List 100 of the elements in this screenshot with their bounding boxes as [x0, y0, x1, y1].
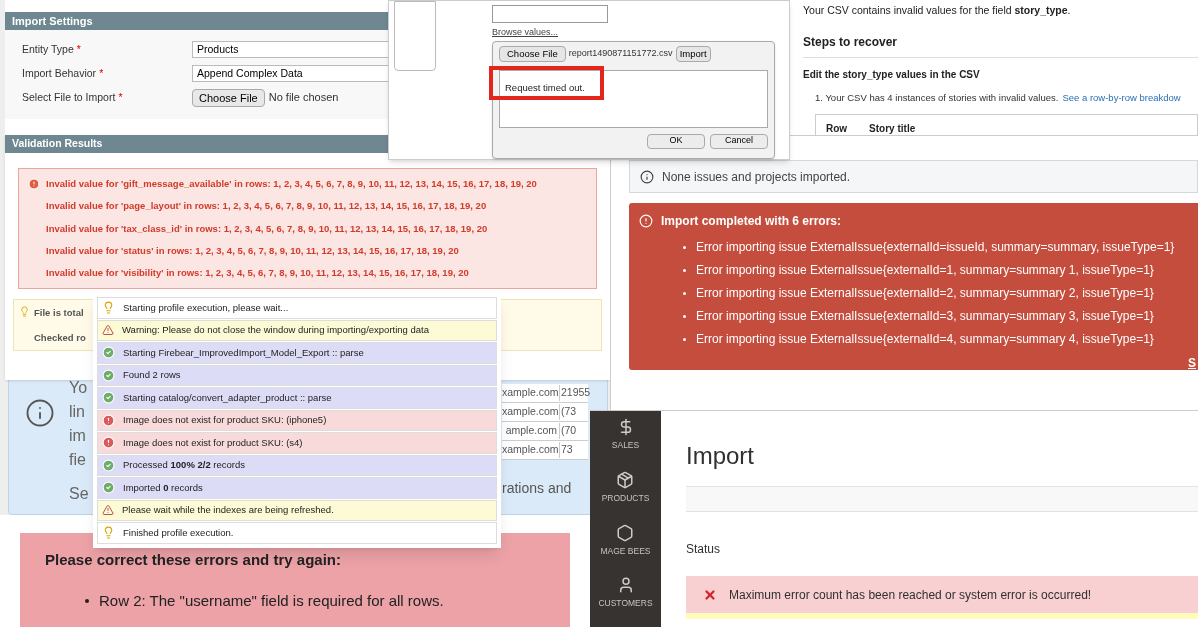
log-text: Starting Firebear_ImprovedImport_Model_Export :: parse [123, 345, 364, 360]
import-button[interactable]: Import [675, 45, 711, 62]
warning-icon [102, 324, 114, 337]
error-text: Maximum error count has been reached or system error is occurred! [729, 586, 1092, 604]
table-cell: ample.com [502, 423, 560, 439]
bullet-icon [85, 598, 89, 603]
error-icon [28, 178, 40, 191]
section-heading: Steps to recover [803, 32, 1198, 58]
error-text: Error importing issue ExternalIssue{externalId=issueId, summary=summary, issueType=1} [696, 239, 1175, 256]
error-text: Row 2: The "username" field is required for all rows. [99, 590, 444, 611]
log-text: Image does not exist for product SKU: (iphone5) [123, 413, 327, 428]
status-label: Status [686, 541, 722, 558]
error-title: Import completed with 6 errors: [661, 213, 842, 230]
step-text: 1. Your CSV has 4 instances of stories with invalid values. [815, 90, 1059, 105]
table-cell: 21955 [560, 385, 588, 401]
error-text: Invalid value for 'gift_message_available' in rows: 1, 2, 3, 4, 5, 6, 7, 8, 9, 10, 11, 12, 13, 14, 15, 16, 17, 18, 19, 20 [46, 177, 537, 191]
step-heading: Edit the story_type values in the CSV [803, 67, 981, 82]
dialog-button[interactable]: Cancel [710, 133, 768, 149]
log-text: Please wait while the indexes are being refreshed. [122, 503, 334, 518]
info-text: Se [69, 484, 89, 504]
info-text: fie [69, 450, 87, 470]
select-field[interactable]: Products [192, 41, 390, 58]
error-text: Invalid value for 'page_layout' in rows: 1, 2, 3, 4, 5, 6, 7, 8, 9, 10, 11, 12, 13, 14, 15, 16, 17, 18, 19, 20 [46, 199, 487, 214]
info-text: None issues and projects imported. [662, 168, 851, 186]
table-cell-text: 73 [560, 442, 574, 458]
column-header: Row [826, 122, 848, 136]
nav-item[interactable]: CUSTOMERS [598, 576, 653, 610]
choose-file-button[interactable]: Choose File [499, 45, 566, 62]
required-mark: * [99, 65, 104, 81]
info-text: rations and [502, 479, 573, 498]
breakdown-link[interactable]: See a row-by-row breakdow [1062, 90, 1181, 105]
log-text: Imported 0 records [123, 480, 203, 495]
info-icon [640, 169, 654, 184]
file-status: No file chosen [268, 90, 339, 106]
check-icon [102, 391, 115, 405]
table-cell: xample.com [502, 404, 560, 420]
nav-item[interactable]: PRODUCTS [601, 470, 650, 505]
log-text: Starting profile execution, please wait... [123, 300, 289, 315]
check-icon [102, 368, 115, 382]
message-text: Request timed out. [505, 81, 585, 93]
log-text: Found 2 rows [123, 368, 181, 383]
error-text: Invalid value for 'status' in rows: 1, 2, 3, 4, 5, 6, 7, 8, 9, 10, 11, 12, 13, 14, 15, 16, 17, 18, 19, 20 [46, 243, 459, 258]
error-text: Error importing issue ExternalIssue{externalId=2, summary=summary 2, issueType=1} [696, 285, 1154, 302]
close-icon [703, 587, 717, 602]
bullet-icon [683, 314, 686, 318]
lightbulb-icon [19, 306, 30, 318]
info-text: lin [69, 402, 86, 422]
log-text: Starting catalog/convert_adapter_product :: parse [123, 390, 332, 405]
error-text: Invalid value for 'visibility' in rows: 1, 2, 3, 4, 5, 6, 7, 8, 9, 10, 11, 12, 13, 14, 15, 16, 17, 18, 19, 20 [46, 266, 469, 280]
warning-icon [102, 504, 114, 517]
log-text: Image does not exist for product SKU: (s4) [123, 435, 303, 450]
select-field[interactable]: Append Complex Data [192, 65, 390, 82]
table-cell: xample.com [502, 385, 560, 401]
error-text: Error importing issue ExternalIssue{externalId=1, summary=summary 1, issueType=1} [696, 262, 1154, 279]
lightbulb-icon [102, 301, 115, 315]
dialog-button[interactable]: OK [647, 133, 705, 149]
check-icon [102, 458, 115, 472]
box-icon [616, 470, 635, 489]
choose-file-button[interactable]: Choose File [192, 88, 265, 107]
info-icon [25, 398, 55, 428]
bullet-icon [683, 268, 686, 272]
error-icon [102, 436, 115, 450]
bullet-icon [683, 337, 686, 341]
log-text: Finished profile execution. [123, 525, 234, 540]
required-mark: * [76, 41, 81, 57]
more-link[interactable]: S [1188, 354, 1196, 372]
table-cell-text: (70 [560, 423, 578, 439]
hexagon-icon [616, 523, 635, 542]
error-text: Invalid value for 'tax_class_id' in rows: 1, 2, 3, 4, 5, 6, 7, 8, 9, 10, 11, 12, 13, 14, 15, 16, 17, 18, 19, 20 [46, 221, 488, 236]
error-text: Error importing issue ExternalIssue{externalId=3, summary=summary 3, issueType=1} [696, 308, 1154, 325]
check-icon [102, 346, 115, 360]
browse-link[interactable]: Browse values... [492, 26, 775, 40]
help-message: Your CSV contains invalid values for the field story_type. [803, 3, 1072, 18]
error-title: Please correct these errors and try again: [45, 550, 342, 570]
table-cell: xample.com [502, 442, 560, 458]
field-label: Select File to Import [22, 89, 116, 105]
info-text: Yo [69, 378, 89, 398]
lightbulb-icon [102, 526, 115, 540]
field-label: Entity Type [22, 41, 74, 57]
info-text: im [69, 426, 87, 446]
required-mark: * [118, 89, 123, 105]
check-icon [102, 481, 115, 495]
nav-item[interactable]: SALES [611, 418, 640, 452]
file-name: report1490871151772.csv [568, 46, 673, 60]
alert-icon [639, 214, 653, 228]
field-label: Import Behavior [22, 65, 97, 81]
log-text: Warning: Please do not close the window during importing/exporting data [122, 323, 429, 338]
bullet-icon [683, 245, 686, 249]
list-box [394, 1, 436, 71]
page-title: Import [686, 441, 755, 471]
table-cell-text: (73 [560, 404, 578, 420]
column-header: Story title [869, 122, 916, 136]
notice-text: Checked ro [34, 330, 86, 345]
notice-text: File is total [34, 306, 85, 321]
nav-item[interactable]: MAGE BEES [600, 523, 651, 558]
value-field[interactable] [492, 5, 608, 23]
bullet-icon [683, 291, 686, 295]
error-text: Error importing issue ExternalIssue{externalId=4, summary=summary 4, issueType=1} [696, 331, 1154, 348]
log-text: Processed 100% 2/2 records [123, 458, 245, 473]
error-icon [102, 413, 115, 427]
